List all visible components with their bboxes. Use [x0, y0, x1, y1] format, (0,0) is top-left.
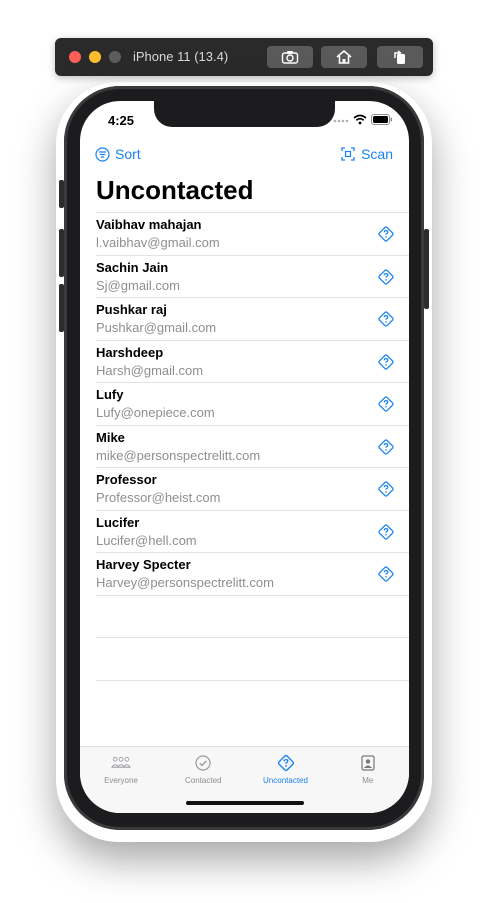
rotate-button[interactable] — [377, 46, 423, 68]
tab-uncontacted[interactable]: Uncontacted — [245, 754, 327, 785]
cellular-signal-icon — [333, 119, 349, 122]
contact-email: Harvey@personspectrelitt.com — [96, 575, 274, 590]
empty-row — [96, 637, 409, 680]
question-diamond-icon[interactable] — [377, 438, 395, 456]
contact-email: Harsh@gmail.com — [96, 362, 204, 378]
empty-row — [96, 594, 409, 638]
contact-name: Mike — [96, 429, 125, 445]
simulator-title-bar: iPhone 11 (13.4) — [55, 38, 433, 76]
contact-email: Lucifer@hell.com — [96, 532, 197, 548]
contact-name: Harshdeep — [96, 344, 164, 360]
contact-row[interactable]: Mike mike@personspectrelitt.com — [96, 424, 409, 468]
question-diamond-icon[interactable] — [377, 310, 395, 328]
contact-row[interactable]: Lufy Lufy@onepiece.com — [96, 382, 409, 425]
page-title: Uncontacted — [96, 175, 254, 205]
scan-button[interactable]: Scan — [341, 146, 393, 162]
contact-row[interactable]: Pushkar raj Pushkar@gmail.com — [96, 297, 409, 340]
contact-list: Vaibhav mahajan l.vaibhav@gmail.com Sachin… — [96, 212, 409, 722]
contact-name: Harvey Specter — [96, 557, 191, 572]
tab-label: Me — [362, 776, 374, 785]
status-time: 4:25 — [108, 113, 135, 128]
question-diamond-icon[interactable] — [377, 565, 395, 583]
checkmark-circle-icon — [195, 755, 211, 771]
question-diamond-icon[interactable] — [377, 480, 395, 498]
question-diamond-icon[interactable] — [377, 353, 395, 371]
camera-icon — [281, 51, 299, 64]
minimize-window-button[interactable] — [89, 51, 101, 63]
contact-name: Sachin Jain — [96, 259, 169, 275]
tab-me[interactable]: Me — [327, 754, 409, 785]
tab-label: Uncontacted — [263, 776, 308, 785]
ringer-switch — [59, 180, 64, 208]
question-diamond-icon[interactable] — [377, 268, 395, 286]
contact-name: Professor — [96, 472, 157, 487]
power-button — [424, 229, 429, 309]
phone-screen: 4:25 Sort Scan Uncontacted Vaibhav mahaj… — [80, 101, 409, 813]
status-icons — [333, 114, 393, 125]
contact-name: Pushkar raj — [96, 302, 167, 317]
zoom-window-button[interactable] — [109, 51, 121, 63]
contact-email: l.vaibhav@gmail.com — [96, 235, 220, 250]
sort-list-icon — [95, 146, 110, 162]
question-diamond-icon[interactable] — [377, 395, 395, 413]
contact-email: mike@personspectrelitt.com — [96, 447, 261, 463]
volume-down-button — [59, 284, 64, 332]
tab-everyone[interactable]: Everyone — [80, 754, 162, 785]
contact-email: Sj@gmail.com — [96, 277, 180, 293]
scan-label: Scan — [361, 146, 393, 162]
home-button[interactable] — [321, 46, 367, 68]
people-icon — [111, 756, 131, 768]
home-icon — [336, 49, 352, 64]
tab-label: Contacted — [185, 776, 222, 785]
contact-email: Pushkar@gmail.com — [96, 320, 217, 335]
contact-name: Vaibhav mahajan — [96, 217, 202, 232]
empty-row — [96, 679, 409, 723]
person-card-icon — [361, 755, 375, 771]
home-indicator[interactable] — [186, 801, 304, 805]
question-diamond-icon[interactable] — [377, 523, 395, 541]
tab-label: Everyone — [104, 776, 138, 785]
sort-label: Sort — [115, 146, 141, 162]
close-window-button[interactable] — [69, 51, 81, 63]
contact-name: Lucifer — [96, 514, 140, 530]
volume-up-button — [59, 229, 64, 277]
contact-name: Lufy — [96, 387, 124, 402]
contact-row[interactable]: Harshdeep Harsh@gmail.com — [96, 339, 409, 383]
contact-row[interactable]: Harvey Specter Harvey@personspectrelitt.c… — [96, 552, 409, 595]
contact-row[interactable]: Sachin Jain Sj@gmail.com — [96, 254, 409, 298]
notch — [154, 101, 335, 127]
screenshot-button[interactable] — [267, 46, 313, 68]
battery-icon — [371, 114, 392, 125]
scan-viewfinder-icon — [341, 147, 355, 161]
question-diamond-icon[interactable] — [377, 225, 395, 243]
tab-contacted[interactable]: Contacted — [162, 754, 244, 785]
contact-email: Lufy@onepiece.com — [96, 405, 215, 420]
contact-row[interactable]: Vaibhav mahajan l.vaibhav@gmail.com — [96, 212, 409, 255]
contact-row[interactable]: Lucifer Lucifer@hell.com — [96, 509, 409, 553]
sort-button[interactable]: Sort — [95, 146, 141, 162]
rotate-icon — [394, 50, 405, 64]
tab-bar: Everyone Contacted Uncontacted Me — [80, 746, 409, 813]
contact-row[interactable]: Professor Professor@heist.com — [96, 467, 409, 510]
wifi-icon — [353, 114, 367, 125]
contact-email: Professor@heist.com — [96, 490, 221, 505]
question-diamond-icon — [277, 754, 294, 772]
simulator-title: iPhone 11 (13.4) — [133, 49, 229, 64]
